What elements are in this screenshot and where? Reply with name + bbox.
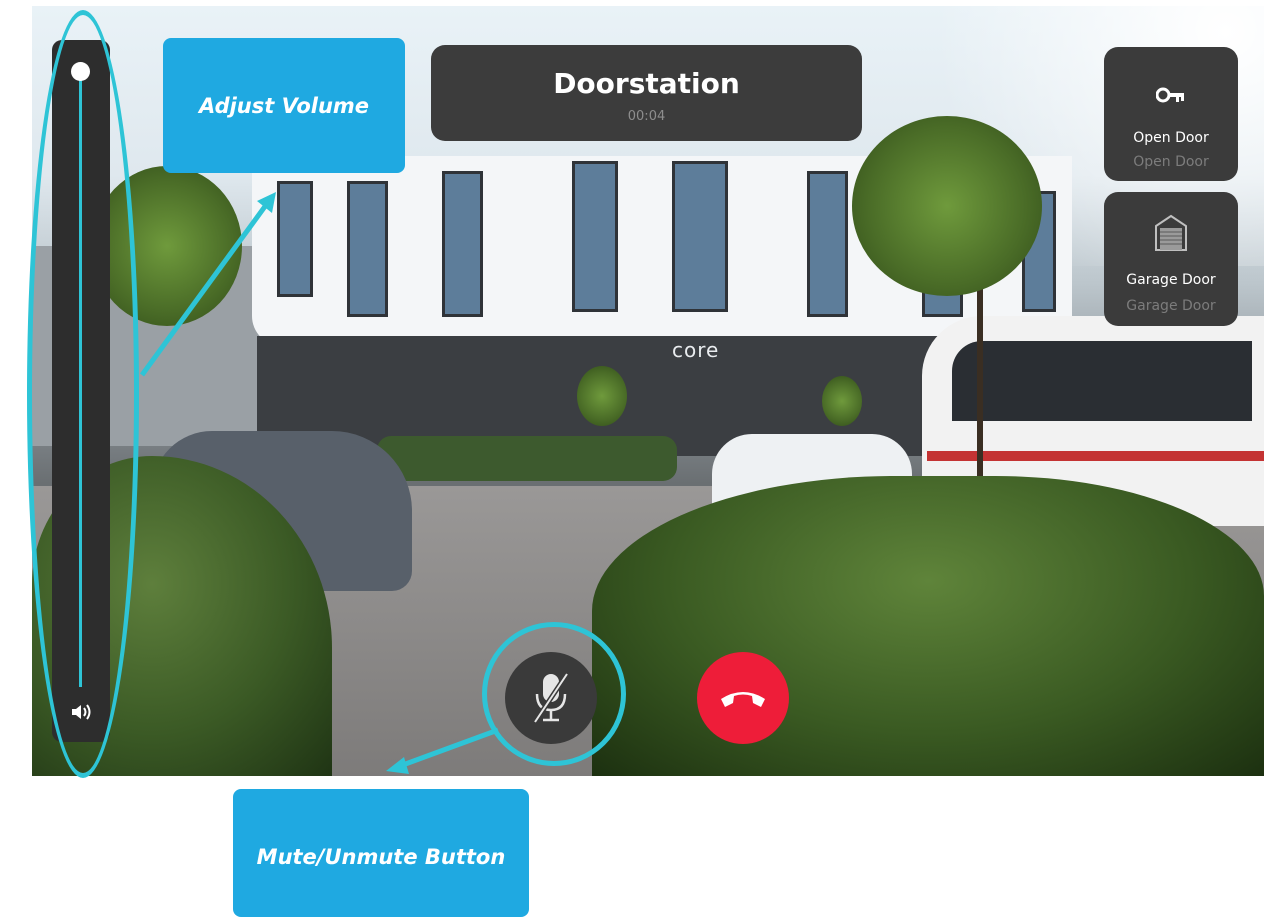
window [572,161,618,312]
open-door-label: Open Door [1133,130,1209,146]
tree [852,116,1042,296]
hedge [377,436,677,481]
open-door-button[interactable]: Open Door Open Door [1104,47,1238,181]
call-timer: 00:04 [627,109,666,124]
call-header: Doorstation 00:04 [431,45,862,141]
key-icon [1156,87,1184,103]
window [672,161,728,312]
tree [822,376,862,426]
window [347,181,388,317]
van-window [952,341,1252,421]
garage-door-icon [1155,214,1187,251]
caller-name: Doorstation [553,67,740,100]
bush [592,476,1264,776]
phone-hangup-icon [721,692,765,707]
garage-door-button[interactable]: Garage Door Garage Door [1104,192,1238,326]
volume-highlight-ring [27,10,139,778]
open-door-sublabel: Open Door [1133,154,1209,170]
window [442,171,483,317]
tree [577,366,627,426]
window [277,181,313,297]
window [807,171,848,317]
mute-highlight-ring [482,622,626,766]
volume-callout-label: Adjust Volume [198,94,370,118]
building-sign: core [672,338,720,362]
hangup-button[interactable] [697,652,789,744]
mute-callout: Mute/Unmute Button [233,789,529,917]
garage-door-label: Garage Door [1126,272,1216,288]
mute-callout-label: Mute/Unmute Button [256,845,506,869]
garage-door-sublabel: Garage Door [1126,298,1216,314]
volume-callout: Adjust Volume [163,38,405,173]
